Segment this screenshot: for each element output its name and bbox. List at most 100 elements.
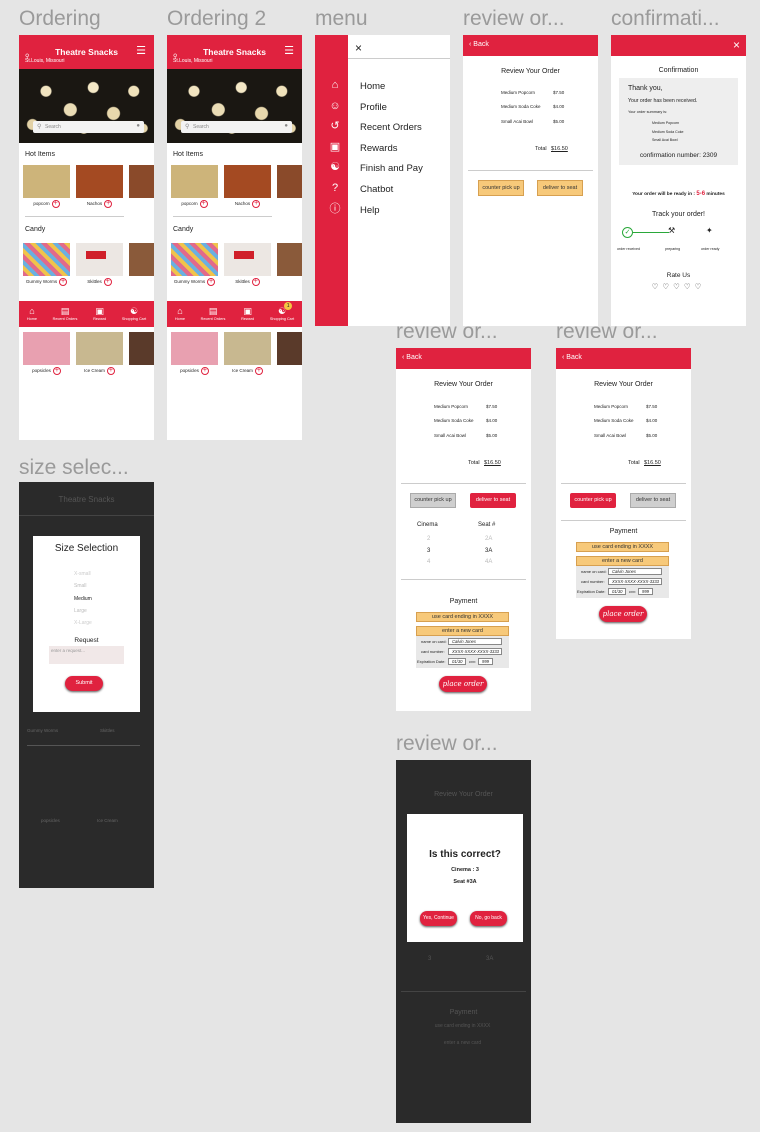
add-icon[interactable]: + [59,278,68,286]
product-card[interactable] [129,332,154,365]
deliver-to-seat-button[interactable]: deliver to seat [537,180,583,196]
name-on-card-input[interactable]: Calvin Jones [608,568,662,575]
heart-icon[interactable]: ♡ [695,282,706,291]
counter-pickup-button[interactable]: counter pick up [478,180,524,196]
nav-cart[interactable]: ☯ Shopping Cart 1 [270,302,294,321]
product-card[interactable]: popcorn + [23,165,70,208]
size-option[interactable]: X-small [74,568,92,580]
submit-button[interactable]: Submit [65,676,103,691]
product-card[interactable]: popcorn + [171,165,218,208]
new-card-button[interactable]: enter a new card [416,626,509,636]
nav-reward[interactable]: ▣ Reward [241,306,254,321]
use-saved-card-button[interactable]: use card ending in XXXX [416,612,509,622]
product-card[interactable]: Ice Cream + [224,332,271,375]
heart-icon[interactable]: ♡ [684,282,695,291]
size-option[interactable]: X-Large [74,617,92,629]
product-card[interactable] [277,165,302,198]
request-input[interactable]: enter a request... [49,646,124,664]
size-option[interactable]: Large [74,605,92,617]
no-go-back-button[interactable]: No, go back [470,911,507,926]
place-order-button[interactable]: place order [439,676,487,692]
history-icon[interactable]: ↺ [329,116,341,137]
add-icon[interactable]: + [104,200,113,208]
search-input[interactable]: ⚲ Search ● [33,121,144,133]
place-order-button[interactable]: place order [599,606,647,622]
product-card[interactable]: Nachos + [224,165,271,208]
expiration-input[interactable]: 01/30 [448,658,466,665]
product-card[interactable] [277,332,302,365]
nav-recent-orders[interactable]: ▤ Recent Orders [201,306,226,321]
nav-home[interactable]: ⌂ Home [175,306,185,321]
card-number-input[interactable]: XXXX-XXXX-XXXX-3333 [608,578,662,585]
menu-item-profile[interactable]: Profile [360,98,423,119]
nav-home[interactable]: ⌂ Home [27,306,37,321]
add-icon[interactable]: + [252,200,261,208]
search-input[interactable]: ⚲ Search ● [181,121,292,133]
add-icon[interactable]: + [106,367,115,375]
close-icon[interactable]: × [355,41,362,55]
gift-icon[interactable]: ▣ [329,137,341,158]
add-icon[interactable]: + [251,278,260,286]
microphone-icon[interactable]: ● [136,123,140,129]
seat-picker[interactable]: 2A 3A 4A [485,534,492,569]
product-card[interactable] [277,243,302,276]
hamburger-menu-icon[interactable]: ☰ [136,44,146,57]
use-saved-card-button[interactable]: use card ending in XXXX [576,542,669,552]
add-icon[interactable]: + [103,278,112,286]
close-icon[interactable]: × [733,38,740,52]
cinema-picker[interactable]: 2 3 4 [427,534,430,569]
menu-item-help[interactable]: Help [360,201,423,222]
picker-option[interactable]: 2 [427,534,430,546]
product-card[interactable]: Gummy Worms + [171,243,218,286]
back-button[interactable]: ‹ Back [562,354,582,361]
new-card-button[interactable]: enter a new card [576,556,669,566]
home-icon[interactable]: ⌂ [329,75,341,96]
expiration-input[interactable]: 01/30 [608,588,626,595]
add-icon[interactable]: + [207,278,216,286]
menu-item-finish-pay[interactable]: Finish and Pay [360,159,423,180]
profile-icon[interactable]: ☺ [329,96,341,117]
nav-recent-orders[interactable]: ▤ Recent Orders [53,306,78,321]
heart-icon[interactable]: ♡ [652,282,663,291]
size-option-selected[interactable]: Medium [74,593,92,605]
product-card[interactable]: Ice Cream + [76,332,123,375]
product-card[interactable]: popsicles + [171,332,218,375]
size-picker[interactable]: X-small Small Medium Large X-Large [74,568,92,629]
name-on-card-input[interactable]: Calvin Jones [448,638,502,645]
add-icon[interactable]: + [51,200,60,208]
deliver-to-seat-button[interactable]: deliver to seat [630,493,676,508]
card-number-input[interactable]: XXXX-XXXX-XXXX-3333 [448,648,502,655]
menu-item-home[interactable]: Home [360,77,423,98]
product-card[interactable]: Skittles + [224,243,271,286]
picker-option-selected[interactable]: 3 [427,546,430,558]
size-option[interactable]: Small [74,580,92,592]
info-icon[interactable]: ⓘ [329,199,341,220]
product-card[interactable] [129,243,154,276]
add-icon[interactable]: + [254,367,263,375]
product-card[interactable] [129,165,154,198]
product-card[interactable]: popsicles + [23,332,70,375]
add-icon[interactable]: + [199,200,208,208]
picker-option[interactable]: 4 [427,557,430,569]
cvv-input[interactable]: 999 [478,658,493,665]
add-icon[interactable]: + [52,367,61,375]
deliver-to-seat-button[interactable]: deliver to seat [470,493,516,508]
heart-icon[interactable]: ♡ [673,282,684,291]
menu-item-chatbot[interactable]: Chatbot [360,180,423,201]
picker-option-selected[interactable]: 3A [485,546,492,558]
nav-reward[interactable]: ▣ Reward [93,306,106,321]
chatbot-icon[interactable]: ? [329,178,341,199]
cart-icon[interactable]: ☯ [329,157,341,178]
yes-continue-button[interactable]: Yes, Continue [420,911,457,926]
product-card[interactable]: Skittles + [76,243,123,286]
heart-icon[interactable]: ♡ [662,282,673,291]
nav-cart[interactable]: ☯ Shopping Cart [122,306,146,321]
counter-pickup-button[interactable]: counter pick up [570,493,616,508]
rating-hearts[interactable]: ♡♡♡♡♡ [611,282,746,291]
picker-option[interactable]: 2A [485,534,492,546]
add-icon[interactable]: + [200,367,209,375]
menu-item-rewards[interactable]: Rewards [360,139,423,160]
picker-option[interactable]: 4A [485,557,492,569]
cvv-input[interactable]: 999 [638,588,653,595]
microphone-icon[interactable]: ● [284,123,288,129]
